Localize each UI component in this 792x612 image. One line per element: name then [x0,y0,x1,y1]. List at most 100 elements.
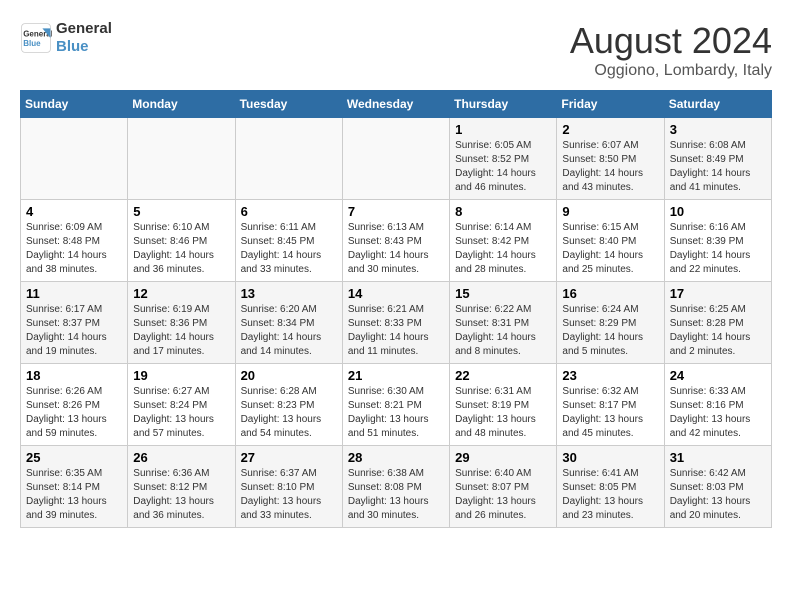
calendar-cell: 6 Sunrise: 6:11 AM Sunset: 8:45 PM Daylig… [235,200,342,282]
calendar-cell: 18 Sunrise: 6:26 AM Sunset: 8:26 PM Dayli… [21,364,128,446]
day-number: 2 [562,122,658,137]
page-header: General Blue General Blue August 2024 Og… [20,20,772,80]
calendar-cell: 21 Sunrise: 6:30 AM Sunset: 8:21 PM Dayli… [342,364,449,446]
calendar-cell [342,118,449,200]
calendar-cell: 31Sunrise: 6:42 AM Sunset: 8:03 PM Dayli… [664,446,771,528]
calendar-cell: 28 Sunrise: 6:38 AM Sunset: 8:08 PM Dayli… [342,446,449,528]
day-number: 24 [670,368,766,383]
week-row-4: 18 Sunrise: 6:26 AM Sunset: 8:26 PM Dayli… [21,364,772,446]
day-info: Sunrise: 6:08 AM Sunset: 8:49 PM Dayligh… [670,139,766,195]
day-number: 16 [562,286,658,301]
calendar-cell [235,118,342,200]
day-number: 29 [455,450,551,465]
calendar-header-row: SundayMondayTuesdayWednesdayThursdayFrid… [21,91,772,118]
calendar-cell: 15Sunrise: 6:22 AM Sunset: 8:31 PM Dayli… [450,282,557,364]
day-number: 9 [562,204,658,219]
day-info: Sunrise: 6:26 AM Sunset: 8:26 PM Dayligh… [26,385,122,441]
day-number: 8 [455,204,551,219]
day-number: 5 [133,204,229,219]
calendar-cell: 16 Sunrise: 6:24 AM Sunset: 8:29 PM Dayli… [557,282,664,364]
day-info: Sunrise: 6:28 AM Sunset: 8:23 PM Dayligh… [241,385,337,441]
day-number: 23 [562,368,658,383]
day-info: Sunrise: 6:22 AM Sunset: 8:31 PM Dayligh… [455,303,551,359]
day-number: 19 [133,368,229,383]
calendar-cell: 12 Sunrise: 6:19 AM Sunset: 8:36 PM Dayli… [128,282,235,364]
day-info: Sunrise: 6:17 AM Sunset: 8:37 PM Dayligh… [26,303,122,359]
day-info: Sunrise: 6:25 AM Sunset: 8:28 PM Dayligh… [670,303,766,359]
day-info: Sunrise: 6:14 AM Sunset: 8:42 PM Dayligh… [455,221,551,277]
day-info: Sunrise: 6:09 AM Sunset: 8:48 PM Dayligh… [26,221,122,277]
calendar-cell [21,118,128,200]
calendar-cell: 1Sunrise: 6:05 AM Sunset: 8:52 PM Daylig… [450,118,557,200]
week-row-2: 4 Sunrise: 6:09 AM Sunset: 8:48 PM Daylig… [21,200,772,282]
day-info: Sunrise: 6:30 AM Sunset: 8:21 PM Dayligh… [348,385,444,441]
logo-text-blue: Blue [56,38,112,56]
calendar-cell: 13 Sunrise: 6:20 AM Sunset: 8:34 PM Dayli… [235,282,342,364]
calendar-cell: 24 Sunrise: 6:33 AM Sunset: 8:16 PM Dayli… [664,364,771,446]
day-number: 13 [241,286,337,301]
svg-text:Blue: Blue [23,39,41,48]
calendar-cell: 7 Sunrise: 6:13 AM Sunset: 8:43 PM Daylig… [342,200,449,282]
weekday-header-thursday: Thursday [450,91,557,118]
weekday-header-wednesday: Wednesday [342,91,449,118]
title-section: August 2024 Oggiono, Lombardy, Italy [570,20,772,80]
logo-text-general: General [56,20,112,38]
calendar-cell: 20 Sunrise: 6:28 AM Sunset: 8:23 PM Dayli… [235,364,342,446]
day-number: 7 [348,204,444,219]
calendar-cell: 2 Sunrise: 6:07 AM Sunset: 8:50 PM Daylig… [557,118,664,200]
day-number: 6 [241,204,337,219]
calendar-cell: 11 Sunrise: 6:17 AM Sunset: 8:37 PM Dayli… [21,282,128,364]
weekday-header-friday: Friday [557,91,664,118]
calendar-cell: 3 Sunrise: 6:08 AM Sunset: 8:49 PM Daylig… [664,118,771,200]
week-row-5: 25Sunrise: 6:35 AM Sunset: 8:14 PM Dayli… [21,446,772,528]
day-number: 4 [26,204,122,219]
week-row-1: 1Sunrise: 6:05 AM Sunset: 8:52 PM Daylig… [21,118,772,200]
day-info: Sunrise: 6:20 AM Sunset: 8:34 PM Dayligh… [241,303,337,359]
day-info: Sunrise: 6:13 AM Sunset: 8:43 PM Dayligh… [348,221,444,277]
day-info: Sunrise: 6:36 AM Sunset: 8:12 PM Dayligh… [133,467,229,523]
day-info: Sunrise: 6:27 AM Sunset: 8:24 PM Dayligh… [133,385,229,441]
day-info: Sunrise: 6:38 AM Sunset: 8:08 PM Dayligh… [348,467,444,523]
calendar-cell: 29 Sunrise: 6:40 AM Sunset: 8:07 PM Dayli… [450,446,557,528]
calendar-cell [128,118,235,200]
weekday-header-monday: Monday [128,91,235,118]
day-info: Sunrise: 6:40 AM Sunset: 8:07 PM Dayligh… [455,467,551,523]
day-info: Sunrise: 6:33 AM Sunset: 8:16 PM Dayligh… [670,385,766,441]
calendar-cell: 19 Sunrise: 6:27 AM Sunset: 8:24 PM Dayli… [128,364,235,446]
calendar-cell: 30 Sunrise: 6:41 AM Sunset: 8:05 PM Dayli… [557,446,664,528]
month-title: August 2024 [570,20,772,62]
day-number: 27 [241,450,337,465]
day-number: 18 [26,368,122,383]
day-info: Sunrise: 6:32 AM Sunset: 8:17 PM Dayligh… [562,385,658,441]
day-number: 17 [670,286,766,301]
day-number: 30 [562,450,658,465]
day-info: Sunrise: 6:19 AM Sunset: 8:36 PM Dayligh… [133,303,229,359]
calendar-cell: 10Sunrise: 6:16 AM Sunset: 8:39 PM Dayli… [664,200,771,282]
logo-icon: General Blue [20,22,52,54]
day-info: Sunrise: 6:11 AM Sunset: 8:45 PM Dayligh… [241,221,337,277]
day-number: 26 [133,450,229,465]
calendar-cell: 4 Sunrise: 6:09 AM Sunset: 8:48 PM Daylig… [21,200,128,282]
calendar-cell: 25Sunrise: 6:35 AM Sunset: 8:14 PM Dayli… [21,446,128,528]
day-number: 12 [133,286,229,301]
day-number: 21 [348,368,444,383]
day-info: Sunrise: 6:42 AM Sunset: 8:03 PM Dayligh… [670,467,766,523]
calendar-cell: 23 Sunrise: 6:32 AM Sunset: 8:17 PM Dayli… [557,364,664,446]
calendar-cell: 22Sunrise: 6:31 AM Sunset: 8:19 PM Dayli… [450,364,557,446]
day-info: Sunrise: 6:24 AM Sunset: 8:29 PM Dayligh… [562,303,658,359]
day-number: 22 [455,368,551,383]
day-number: 10 [670,204,766,219]
calendar-cell: 14Sunrise: 6:21 AM Sunset: 8:33 PM Dayli… [342,282,449,364]
day-info: Sunrise: 6:41 AM Sunset: 8:05 PM Dayligh… [562,467,658,523]
calendar-cell: 8 Sunrise: 6:14 AM Sunset: 8:42 PM Daylig… [450,200,557,282]
calendar-cell: 17 Sunrise: 6:25 AM Sunset: 8:28 PM Dayli… [664,282,771,364]
day-info: Sunrise: 6:07 AM Sunset: 8:50 PM Dayligh… [562,139,658,195]
weekday-header-sunday: Sunday [21,91,128,118]
day-number: 3 [670,122,766,137]
day-number: 11 [26,286,122,301]
day-number: 28 [348,450,444,465]
week-row-3: 11 Sunrise: 6:17 AM Sunset: 8:37 PM Dayli… [21,282,772,364]
day-info: Sunrise: 6:15 AM Sunset: 8:40 PM Dayligh… [562,221,658,277]
day-info: Sunrise: 6:21 AM Sunset: 8:33 PM Dayligh… [348,303,444,359]
day-number: 20 [241,368,337,383]
